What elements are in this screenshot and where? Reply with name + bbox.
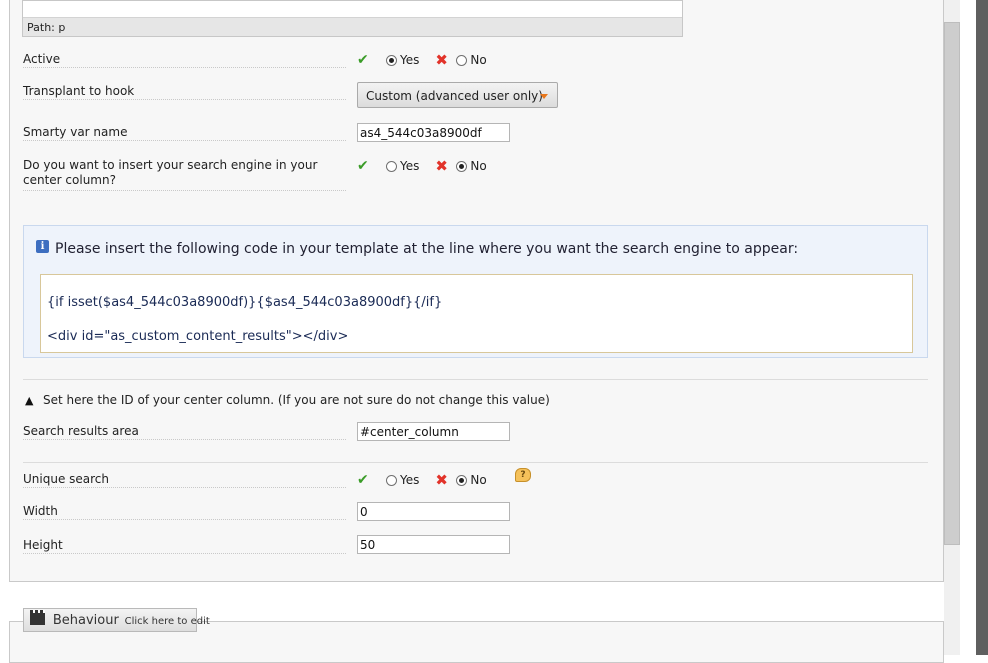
scrollbar-thumb[interactable] bbox=[944, 22, 960, 545]
unique-radio-group: ✔ Yes ✖ No bbox=[357, 471, 487, 489]
height-input[interactable] bbox=[357, 535, 510, 554]
info-text: Please insert the following code in your… bbox=[55, 241, 799, 257]
active-no-radio[interactable] bbox=[456, 54, 468, 66]
behaviour-label: Behaviour bbox=[52, 613, 119, 628]
code-line: <div id="as_custom_content_results"></di… bbox=[47, 329, 349, 344]
divider bbox=[23, 462, 928, 463]
warning-icon: ▲ bbox=[25, 394, 34, 407]
hook-select[interactable]: Custom (advanced user only) bbox=[357, 82, 558, 108]
clapperboard-icon bbox=[30, 610, 45, 625]
cross-icon: ✖ bbox=[435, 51, 448, 69]
hook-select-value: Custom (advanced user only) bbox=[366, 89, 543, 103]
code-snippet: {if isset($as4_544c03a8900df)}{$as4_544c… bbox=[40, 274, 913, 353]
center-no-label[interactable]: No bbox=[470, 159, 486, 173]
window-edge bbox=[976, 0, 988, 655]
results-area-label: Search results area bbox=[23, 424, 346, 440]
width-input[interactable] bbox=[357, 502, 510, 521]
center-column-label: Do you want to insert your search engine… bbox=[23, 158, 318, 187]
smarty-var-label: Smarty var name bbox=[23, 125, 346, 141]
divider bbox=[23, 379, 928, 380]
warning-text: Set here the ID of your center column. (… bbox=[43, 393, 550, 407]
active-no-label[interactable]: No bbox=[470, 53, 486, 67]
center-no-radio[interactable] bbox=[456, 160, 468, 172]
info-box: i Please insert the following code in yo… bbox=[23, 225, 928, 358]
rich-text-editor[interactable]: Path: p bbox=[22, 0, 683, 37]
width-label: Width bbox=[23, 504, 346, 520]
chevron-down-icon bbox=[540, 94, 548, 99]
unique-yes-radio[interactable] bbox=[386, 474, 397, 486]
code-line: {if isset($as4_544c03a8900df)}{$as4_544c… bbox=[47, 295, 443, 310]
info-icon: i bbox=[36, 240, 49, 253]
center-column-underline bbox=[23, 190, 346, 191]
active-yes-label[interactable]: Yes bbox=[400, 53, 419, 67]
active-radio-group: ✔ Yes ✖ No bbox=[357, 51, 487, 69]
smarty-var-input[interactable] bbox=[357, 123, 510, 142]
unique-yes-label[interactable]: Yes bbox=[400, 473, 419, 487]
behaviour-toggle[interactable]: Behaviour Click here to edit bbox=[23, 608, 210, 632]
help-bubble-icon[interactable]: ? bbox=[515, 468, 531, 482]
center-yes-label[interactable]: Yes bbox=[400, 159, 419, 173]
cross-icon: ✖ bbox=[435, 157, 448, 175]
check-icon: ✔ bbox=[357, 52, 369, 68]
center-radio-group: ✔ Yes ✖ No bbox=[357, 157, 487, 175]
unique-no-label[interactable]: No bbox=[470, 473, 486, 487]
cross-icon: ✖ bbox=[435, 471, 448, 489]
unique-search-label: Unique search bbox=[23, 472, 346, 488]
active-yes-radio[interactable] bbox=[386, 54, 397, 66]
check-icon: ✔ bbox=[357, 158, 369, 174]
results-area-input[interactable] bbox=[357, 422, 510, 441]
active-label: Active bbox=[23, 52, 346, 68]
height-label: Height bbox=[23, 538, 346, 554]
check-icon: ✔ bbox=[357, 472, 369, 488]
editor-path-bar: Path: p bbox=[23, 17, 682, 36]
unique-no-radio[interactable] bbox=[456, 474, 468, 486]
behaviour-hint: Click here to edit bbox=[124, 616, 210, 627]
hook-label: Transplant to hook bbox=[23, 84, 346, 100]
center-yes-radio[interactable] bbox=[386, 160, 397, 172]
